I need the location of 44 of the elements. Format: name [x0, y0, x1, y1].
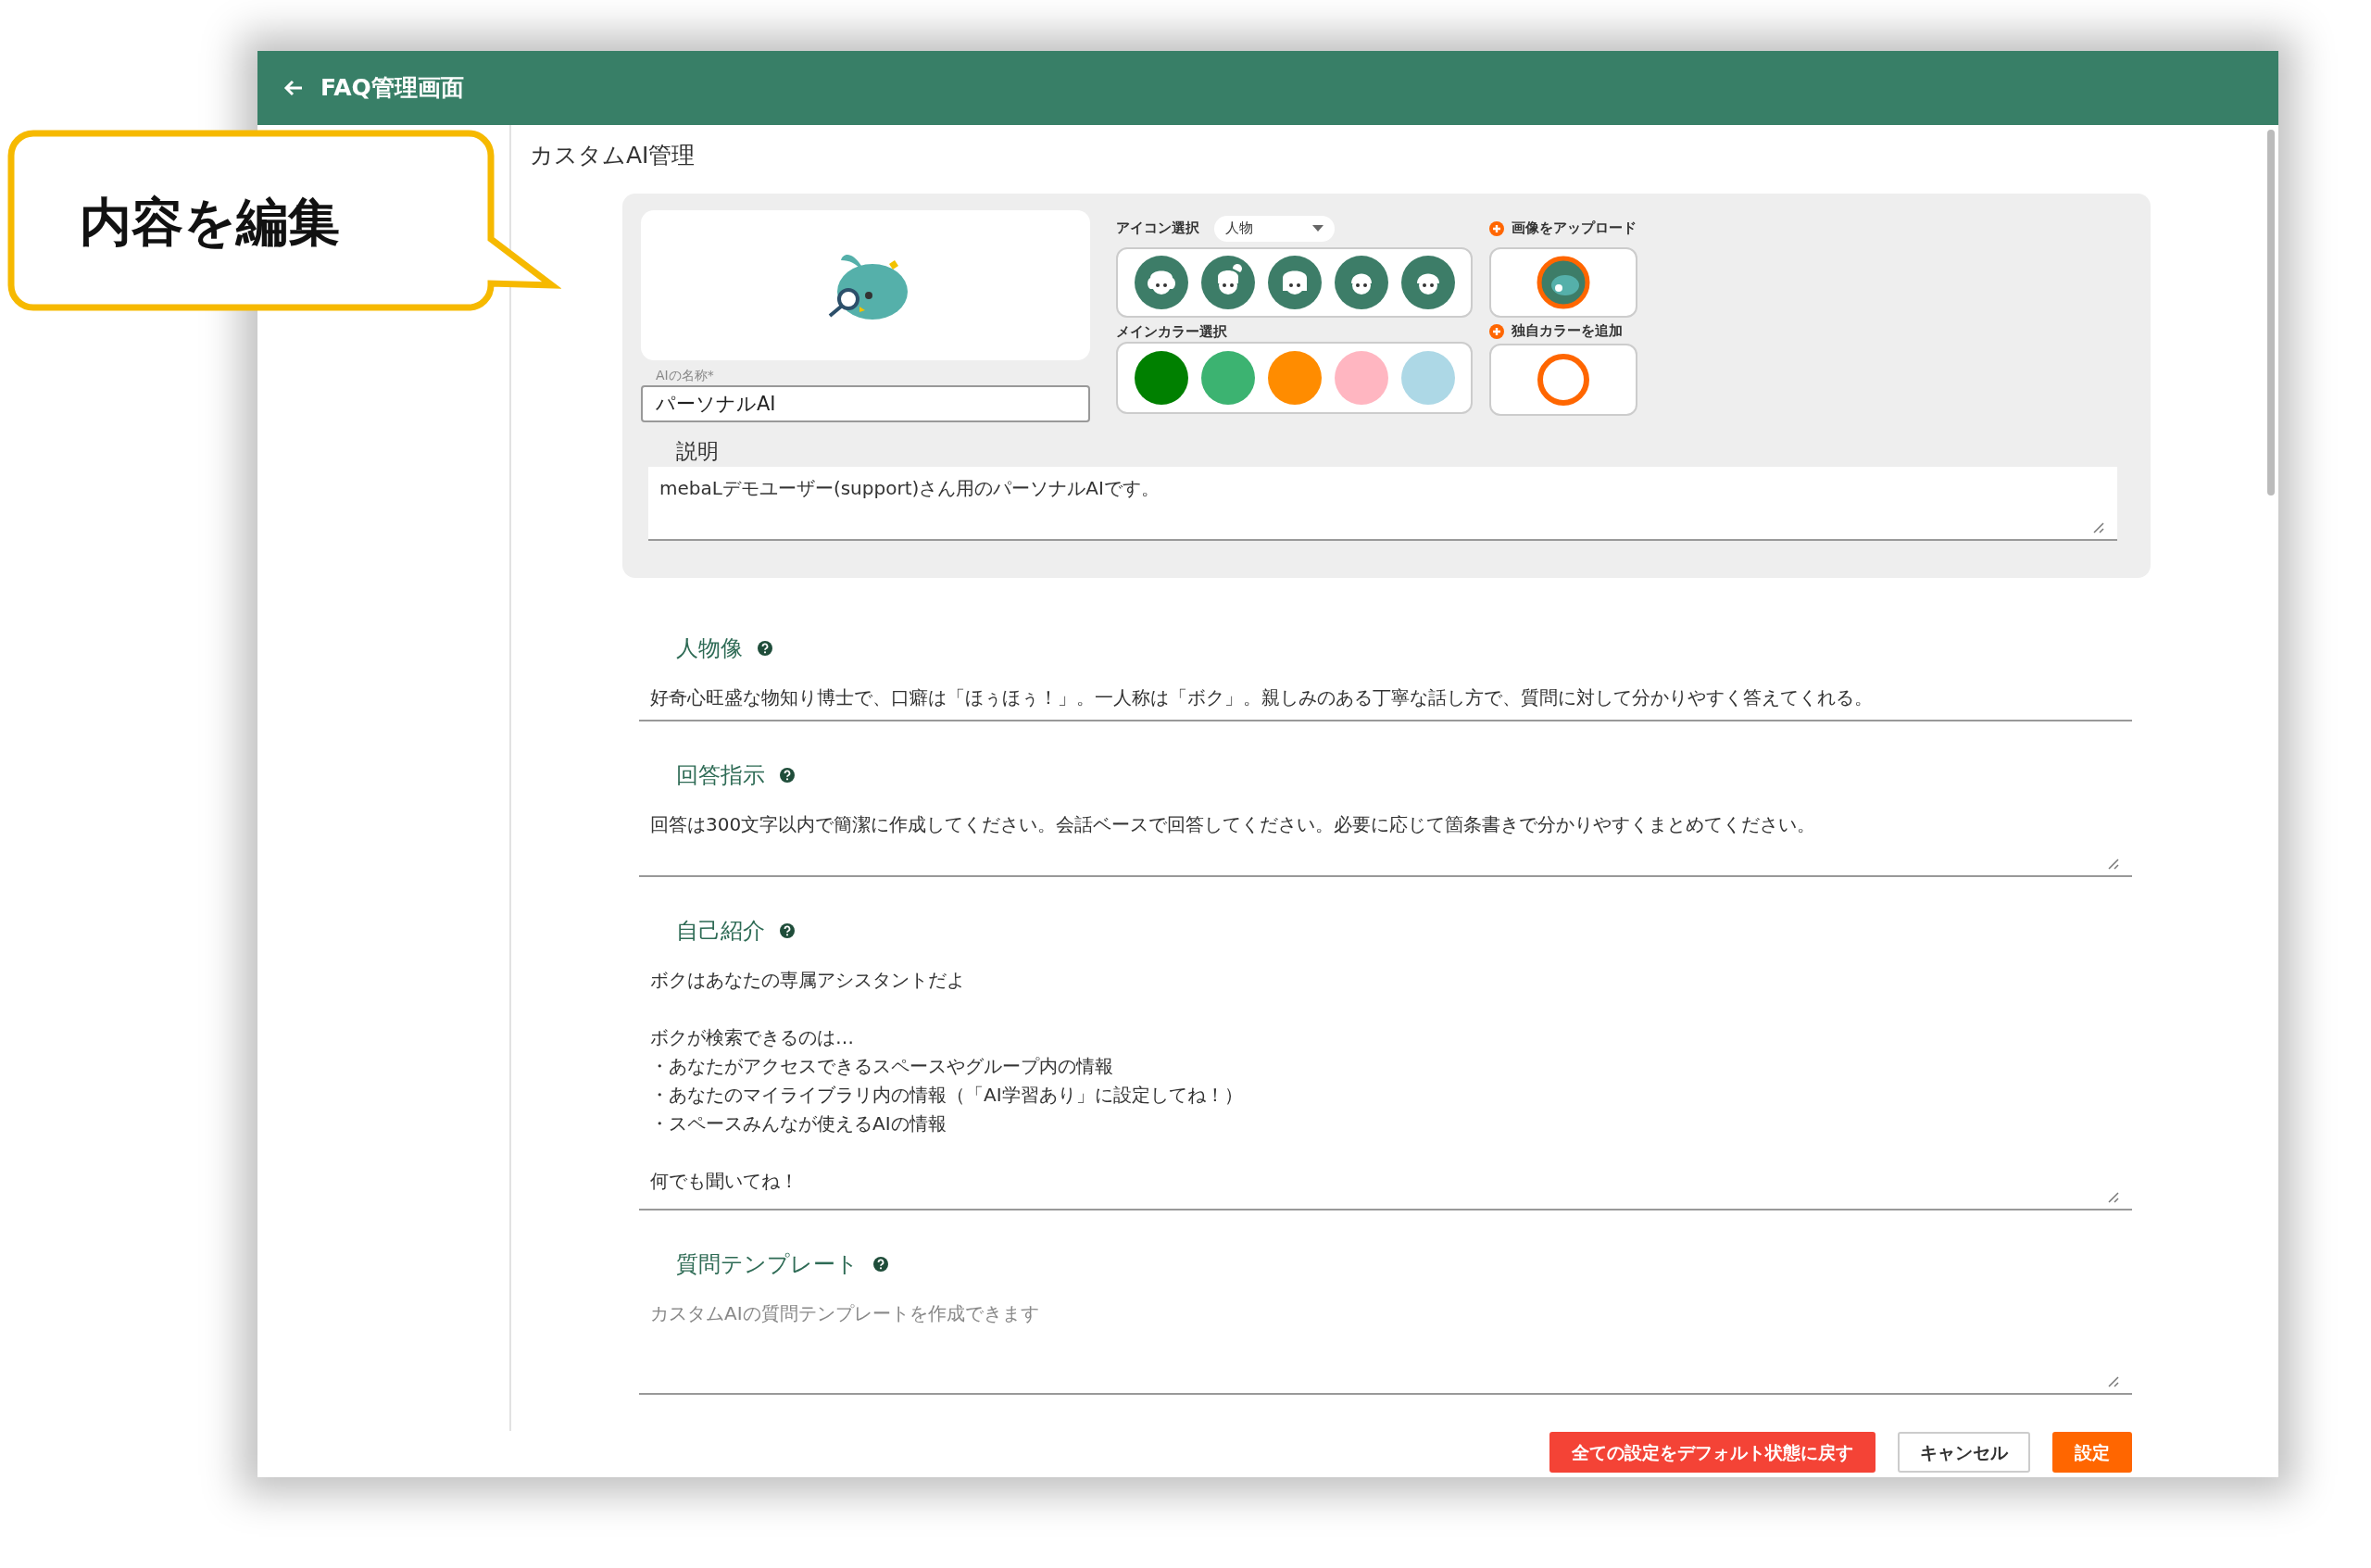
page-title: カスタムAI管理: [530, 141, 696, 170]
description-label: 説明: [676, 437, 720, 465]
resize-handle-icon: [2106, 857, 2119, 870]
avatar-icon[interactable]: [1400, 255, 1455, 309]
avatar-icon[interactable]: [1134, 255, 1188, 309]
custom-color-swatch[interactable]: [1537, 353, 1589, 406]
upload-label: 画像をアップロード: [1512, 219, 1637, 239]
text-line: ボクが検索できるのは…: [650, 1025, 855, 1050]
resize-handle-icon: [2106, 1190, 2119, 1203]
section-label: 自己紹介: [676, 917, 765, 946]
cancel-button[interactable]: キャンセル: [1898, 1432, 2030, 1473]
header-title: FAQ管理画面: [320, 73, 464, 104]
section-label: 質問テンプレート: [676, 1250, 859, 1279]
description-textarea[interactable]: mebaLデモユーザー(support)さん用のパーソナルAIです。: [648, 467, 2117, 541]
reset-button[interactable]: 全ての設定をデフォルト状態に戻す: [1549, 1432, 1875, 1473]
text-line: ・あなたがアクセスできるスペースやグループ内の情報: [650, 1054, 1114, 1079]
avatar-icon[interactable]: [1200, 255, 1255, 309]
callout-text: 内容を編集: [80, 191, 340, 254]
scrollbar-thumb[interactable]: [2267, 130, 2275, 495]
caret-icon: [1312, 225, 1323, 232]
color-select-label: メインカラー選択: [1116, 321, 1228, 342]
help-icon[interactable]: [780, 768, 795, 783]
avatar-icon[interactable]: [1267, 255, 1322, 309]
plus-circle-icon: [1489, 220, 1504, 236]
icon-category-dropdown[interactable]: 人物: [1214, 215, 1335, 242]
text-line: ・あなたのマイライブラリ内の情報（「AI学習あり」に設定してね！）: [650, 1083, 1244, 1108]
avatar-icon[interactable]: [1334, 255, 1388, 309]
help-icon[interactable]: [780, 923, 795, 938]
help-icon[interactable]: [873, 1257, 888, 1272]
resize-handle-icon: [2106, 1374, 2119, 1387]
plus-circle-icon: [1489, 323, 1504, 339]
help-icon[interactable]: [758, 641, 772, 656]
section-label: 人物像: [676, 634, 743, 663]
section-label: 回答指示: [676, 761, 765, 790]
custom-color-label: 独自カラーを追加: [1512, 321, 1623, 342]
uploaded-image-thumbnail[interactable]: [1536, 254, 1591, 310]
icon-select-label: アイコン選択: [1116, 219, 1199, 239]
text-line: ・スペースみんなが使えるAIの情報: [650, 1111, 947, 1136]
text-line: ボクはあなたの専属アシスタントだよ: [650, 968, 966, 993]
text-line: 何でも聞いてね！: [650, 1169, 799, 1194]
back-arrow-icon[interactable]: [283, 79, 304, 97]
name-input[interactable]: パーソナルAI: [641, 384, 1090, 422]
field-label: AIの名称*: [655, 366, 715, 384]
resize-handle-icon: [2091, 521, 2104, 533]
